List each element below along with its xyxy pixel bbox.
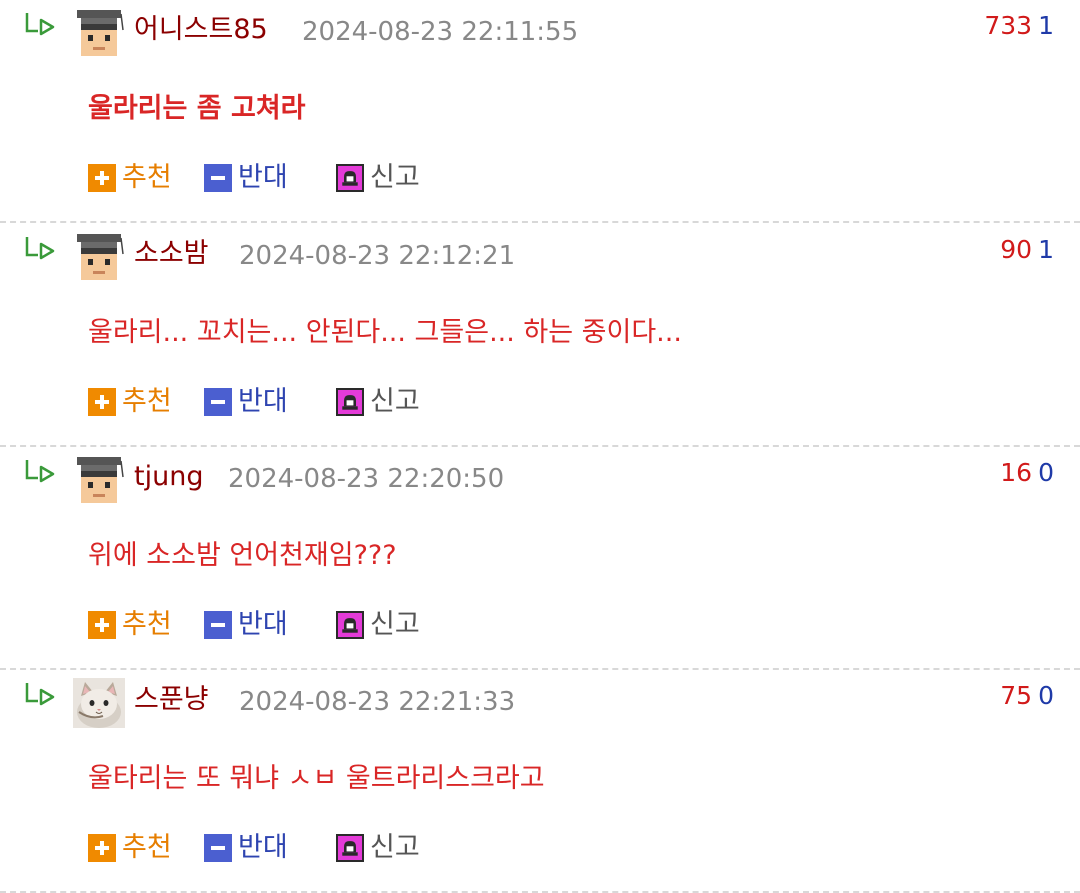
comment-timestamp: 2024-08-23 22:11:55 xyxy=(302,17,579,47)
report-label: 신고 xyxy=(370,609,420,640)
reply-arrow-icon xyxy=(25,237,55,260)
downvote-count: 1 xyxy=(1038,11,1054,40)
downvote-count: 0 xyxy=(1038,681,1054,710)
comment-body: 울타리는 또 뭐냐 ㅅㅂ 울트라리스크라고 xyxy=(88,763,545,794)
oppose-label: 반대 xyxy=(238,609,288,640)
report-button[interactable]: 신고 xyxy=(336,380,420,424)
report-label: 신고 xyxy=(370,386,420,417)
recommend-label: 추천 xyxy=(122,386,172,417)
recommend-label: 추천 xyxy=(122,832,172,863)
comment-item: 소소밤 2024-08-23 22:12:21 90 1 울라리... 꼬치는..… xyxy=(0,224,1080,447)
vote-counts: 75 0 xyxy=(1000,676,1054,716)
upvote-count: 16 xyxy=(1000,458,1033,487)
reply-arrow-icon xyxy=(25,460,55,483)
oppose-button[interactable]: 반대 xyxy=(204,156,288,200)
reply-arrow-icon xyxy=(25,13,55,36)
comment-divider xyxy=(0,221,1080,223)
report-button[interactable]: 신고 xyxy=(336,156,420,200)
plus-icon xyxy=(88,164,116,192)
plus-icon xyxy=(88,388,116,416)
author-name[interactable]: 소소밤 xyxy=(134,234,209,274)
recommend-button[interactable]: 추천 xyxy=(88,826,172,870)
oppose-button[interactable]: 반대 xyxy=(204,603,288,647)
siren-icon xyxy=(336,164,364,192)
graduate-avatar[interactable] xyxy=(73,8,125,58)
comment-item: tjung 2024-08-23 22:20:50 16 0 위에 소소밤 언어천… xyxy=(0,447,1080,670)
comment-timestamp: 2024-08-23 22:20:50 xyxy=(228,464,505,494)
vote-counts: 733 1 xyxy=(984,6,1054,46)
vote-counts: 16 0 xyxy=(1000,453,1054,493)
oppose-label: 반대 xyxy=(238,162,288,193)
reply-arrow-icon xyxy=(25,683,55,706)
siren-icon xyxy=(336,611,364,639)
oppose-label: 반대 xyxy=(238,386,288,417)
plus-icon xyxy=(88,611,116,639)
report-label: 신고 xyxy=(370,162,420,193)
upvote-count: 733 xyxy=(984,11,1033,40)
author-name[interactable]: tjung xyxy=(134,457,203,497)
comment-body: 울라리... 꼬치는... 안된다... 그들은... 하는 중이다... xyxy=(88,317,682,348)
comment-timestamp: 2024-08-23 22:21:33 xyxy=(239,687,516,717)
report-button[interactable]: 신고 xyxy=(336,826,420,870)
cat-photo-avatar[interactable] xyxy=(73,678,125,728)
recommend-button[interactable]: 추천 xyxy=(88,156,172,200)
vote-counts: 90 1 xyxy=(1000,230,1054,270)
downvote-count: 1 xyxy=(1038,235,1054,264)
recommend-button[interactable]: 추천 xyxy=(88,380,172,424)
report-button[interactable]: 신고 xyxy=(336,603,420,647)
graduate-avatar[interactable] xyxy=(73,455,125,505)
author-name[interactable]: 어니스트85 xyxy=(134,10,268,50)
siren-icon xyxy=(336,388,364,416)
recommend-label: 추천 xyxy=(122,609,172,640)
siren-icon xyxy=(336,834,364,862)
minus-icon xyxy=(204,834,232,862)
upvote-count: 90 xyxy=(1000,235,1033,264)
author-name[interactable]: 스푼냥 xyxy=(134,680,209,720)
graduate-avatar[interactable] xyxy=(73,232,125,282)
comment-body: 울라리는 좀 고쳐라 xyxy=(88,93,306,124)
downvote-count: 0 xyxy=(1038,458,1054,487)
comment-timestamp: 2024-08-23 22:12:21 xyxy=(239,241,516,271)
comment-item: 어니스트85 2024-08-23 22:11:55 733 1 울라리는 좀 고… xyxy=(0,0,1080,223)
recommend-button[interactable]: 추천 xyxy=(88,603,172,647)
oppose-button[interactable]: 반대 xyxy=(204,826,288,870)
plus-icon xyxy=(88,834,116,862)
report-label: 신고 xyxy=(370,832,420,863)
comment-body: 위에 소소밤 언어천재임??? xyxy=(88,540,397,571)
oppose-button[interactable]: 반대 xyxy=(204,380,288,424)
upvote-count: 75 xyxy=(1000,681,1033,710)
oppose-label: 반대 xyxy=(238,832,288,863)
recommend-label: 추천 xyxy=(122,162,172,193)
comment-item: 스푼냥 2024-08-23 22:21:33 75 0 울타리는 또 뭐냐 ㅅㅂ… xyxy=(0,670,1080,893)
minus-icon xyxy=(204,388,232,416)
minus-icon xyxy=(204,611,232,639)
minus-icon xyxy=(204,164,232,192)
